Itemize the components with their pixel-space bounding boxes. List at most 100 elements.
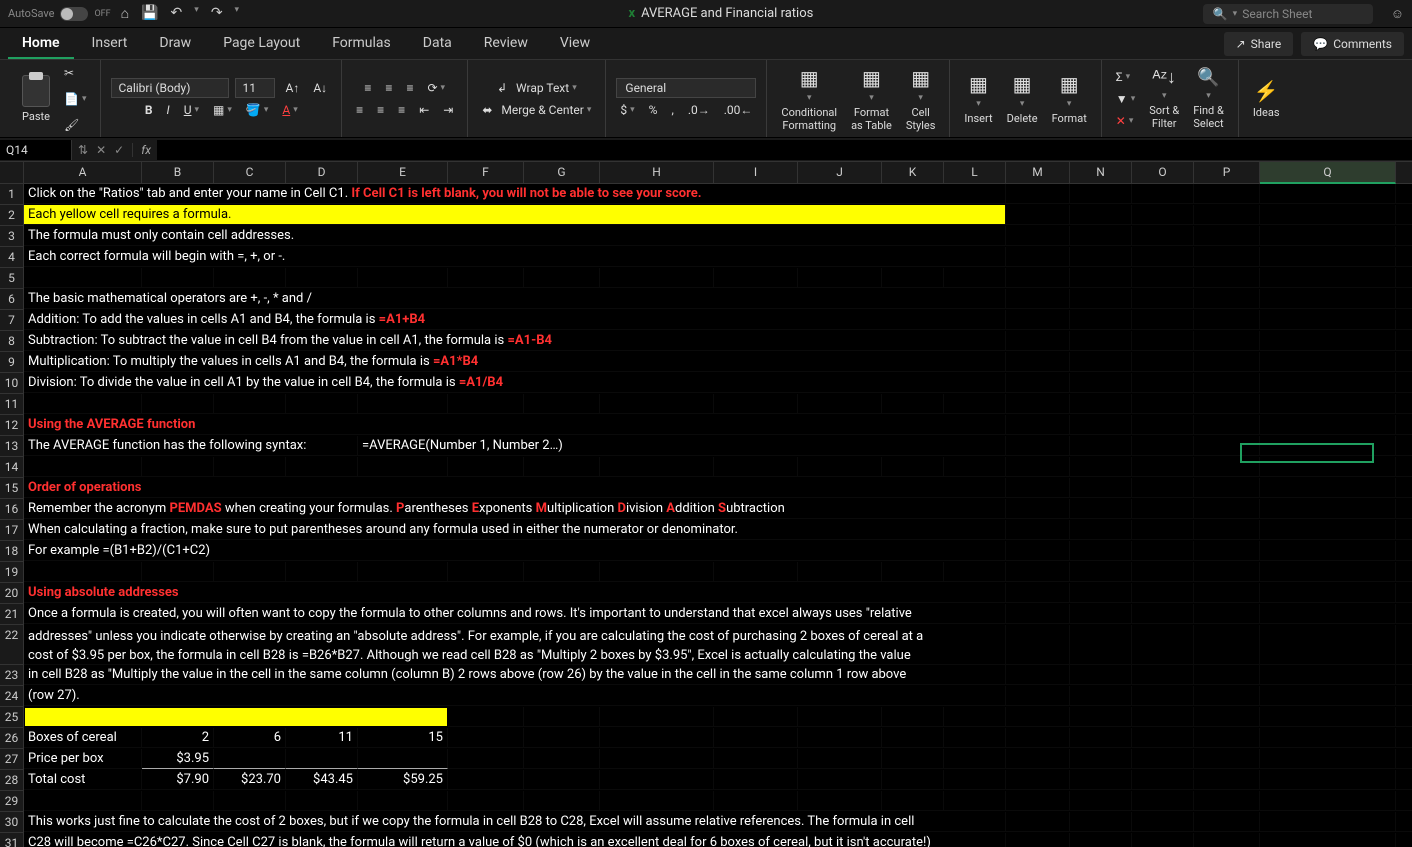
- cell[interactable]: [1396, 247, 1412, 267]
- cell[interactable]: [1396, 331, 1412, 351]
- cell[interactable]: [1006, 268, 1070, 288]
- cell[interactable]: [1396, 686, 1412, 706]
- col-header-N[interactable]: N: [1070, 162, 1132, 184]
- row-header-24[interactable]: 24: [0, 686, 24, 707]
- cell[interactable]: [1194, 373, 1260, 393]
- cell[interactable]: [1132, 205, 1194, 225]
- cell[interactable]: [1260, 478, 1396, 498]
- cell-a15[interactable]: Order of operations: [24, 478, 1006, 498]
- cell[interactable]: [1006, 749, 1070, 769]
- cell[interactable]: [1132, 415, 1194, 435]
- align-center-icon[interactable]: ≡: [373, 100, 388, 120]
- cell-e26[interactable]: 15: [358, 728, 448, 748]
- cell[interactable]: [798, 770, 882, 790]
- find-select-button[interactable]: 🔍▾Find & Select: [1189, 64, 1228, 133]
- cell[interactable]: [1006, 665, 1070, 685]
- smiley-feedback-icon[interactable]: ☺: [1391, 6, 1404, 22]
- cell[interactable]: [944, 562, 1006, 582]
- cell[interactable]: [1132, 268, 1194, 288]
- cell[interactable]: [1006, 289, 1070, 309]
- col-header-A[interactable]: A: [24, 162, 142, 184]
- cell-a4[interactable]: Each correct formula will begin with =, …: [24, 247, 1006, 267]
- accept-formula-icon[interactable]: ✓: [114, 143, 124, 157]
- cell[interactable]: [1070, 686, 1132, 706]
- cell[interactable]: [1070, 205, 1132, 225]
- format-painter-icon[interactable]: 🖌: [60, 115, 90, 135]
- row-header-6[interactable]: 6: [0, 289, 24, 310]
- number-format-select[interactable]: [616, 78, 756, 98]
- cell[interactable]: [524, 770, 600, 790]
- spreadsheet-grid[interactable]: ABCDEFGHIJKLMNOPQR1Click on the "Ratios"…: [0, 162, 1412, 847]
- cell[interactable]: [1070, 247, 1132, 267]
- cell[interactable]: [714, 770, 798, 790]
- percent-icon[interactable]: %: [645, 100, 662, 120]
- cell[interactable]: [714, 562, 798, 582]
- cell-a18[interactable]: For example =(B1+B2)/(C1+C2): [24, 541, 1006, 561]
- cell-a16[interactable]: Remember the acronym PEMDAS when creatin…: [24, 499, 1006, 519]
- cell[interactable]: [1070, 604, 1132, 624]
- cell-a17[interactable]: When calculating a fraction, make sure t…: [24, 520, 1006, 540]
- cell[interactable]: [448, 268, 524, 288]
- cell[interactable]: [1132, 749, 1194, 769]
- decrease-indent-icon[interactable]: ⇤: [415, 100, 433, 120]
- cell[interactable]: [1194, 310, 1260, 330]
- conditional-formatting-button[interactable]: ▦▾Conditional Formatting: [777, 63, 841, 135]
- row-header-23[interactable]: 23: [0, 665, 24, 686]
- qat-customize-caret[interactable]: ▾: [235, 5, 240, 22]
- cell[interactable]: [214, 268, 286, 288]
- cell[interactable]: [1132, 833, 1194, 847]
- cell[interactable]: [1132, 226, 1194, 246]
- cell[interactable]: [1132, 520, 1194, 540]
- cell[interactable]: [1132, 331, 1194, 351]
- row-header-15[interactable]: 15: [0, 478, 24, 499]
- cell[interactable]: [1194, 562, 1260, 582]
- cell[interactable]: [882, 268, 944, 288]
- cell[interactable]: [882, 791, 944, 811]
- cell[interactable]: [1006, 499, 1070, 519]
- row-header-14[interactable]: 14: [0, 457, 24, 478]
- cell[interactable]: [214, 394, 286, 414]
- italic-button[interactable]: I: [163, 100, 174, 120]
- col-header-L[interactable]: L: [944, 162, 1006, 184]
- cell[interactable]: [1006, 457, 1070, 477]
- cell[interactable]: [1396, 394, 1412, 414]
- cell[interactable]: [142, 791, 214, 811]
- row-header-26[interactable]: 26: [0, 728, 24, 749]
- col-header-P[interactable]: P: [1194, 162, 1260, 184]
- share-button[interactable]: ↗Share: [1224, 32, 1294, 56]
- cell[interactable]: [1132, 499, 1194, 519]
- home-icon[interactable]: ⌂: [121, 5, 129, 22]
- cell[interactable]: [882, 394, 944, 414]
- cell-a3[interactable]: The formula must only contain cell addre…: [24, 226, 1006, 246]
- cell[interactable]: [714, 457, 798, 477]
- cell[interactable]: [142, 268, 214, 288]
- cell[interactable]: [524, 791, 600, 811]
- cell[interactable]: [448, 791, 524, 811]
- font-size-select[interactable]: [235, 78, 275, 98]
- cell[interactable]: [1194, 247, 1260, 267]
- cell[interactable]: [714, 707, 798, 727]
- cell[interactable]: [1132, 665, 1194, 685]
- cell[interactable]: [1006, 686, 1070, 706]
- row-header-12[interactable]: 12: [0, 415, 24, 436]
- cell[interactable]: [1260, 247, 1396, 267]
- bold-button[interactable]: B: [141, 100, 157, 120]
- cell[interactable]: [1070, 184, 1132, 204]
- row-header-22[interactable]: 22: [0, 625, 24, 665]
- row-header-5[interactable]: 5: [0, 268, 24, 289]
- cell[interactable]: [1132, 583, 1194, 603]
- decrease-decimal-icon[interactable]: .00←: [720, 100, 757, 120]
- row-header-29[interactable]: 29: [0, 791, 24, 812]
- cell[interactable]: [1070, 665, 1132, 685]
- cell[interactable]: [1194, 184, 1260, 204]
- cell-a23[interactable]: in cell B28 as "Multiply the value in th…: [24, 665, 1006, 685]
- cell[interactable]: [1070, 833, 1132, 847]
- cell[interactable]: [1396, 749, 1412, 769]
- autosave-toggle[interactable]: [60, 7, 88, 21]
- cell[interactable]: [944, 791, 1006, 811]
- cell-d26[interactable]: 11: [286, 728, 358, 748]
- autosave-toggle-group[interactable]: AutoSave OFF: [8, 7, 111, 21]
- formula-input[interactable]: [157, 140, 1412, 160]
- cell[interactable]: [1260, 268, 1396, 288]
- cell-a24[interactable]: (row 27).: [24, 686, 1006, 706]
